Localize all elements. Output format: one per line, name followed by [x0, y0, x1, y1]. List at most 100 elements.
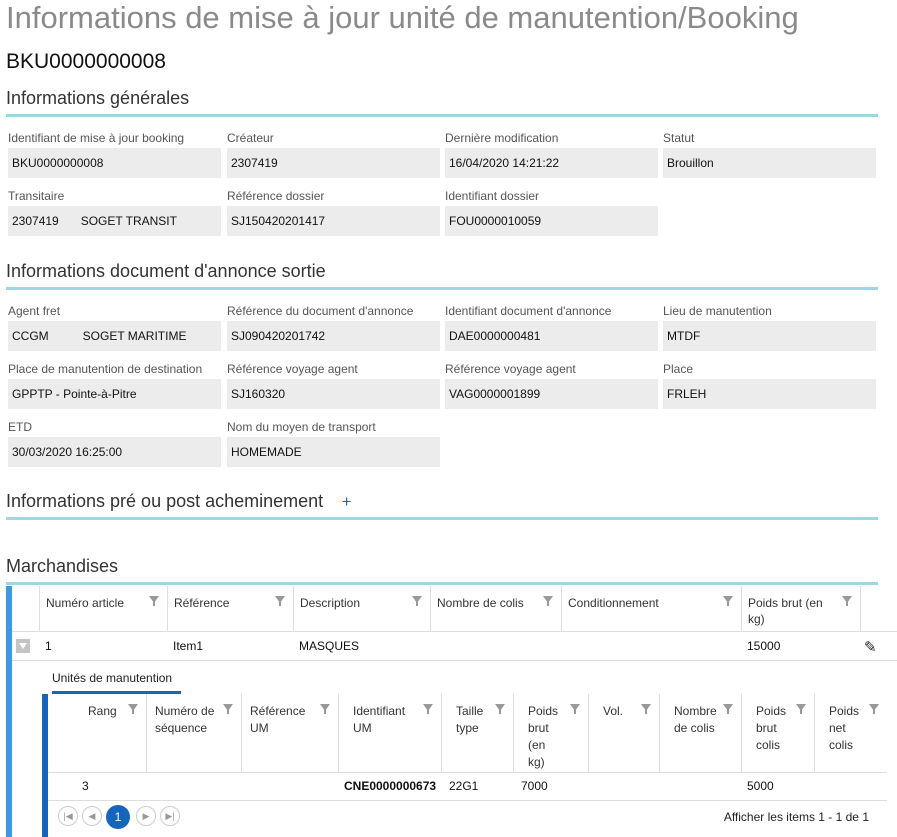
field-value[interactable]: 30/03/2020 16:25:00 [8, 437, 221, 467]
sub-tab-unites-manutention[interactable]: Unités de manutention [52, 671, 172, 685]
sub-cell-poids-brut: 7000 [521, 779, 548, 793]
filter-icon[interactable] [796, 704, 806, 714]
field-reference-document-annonce: Référence du document d'annonce SJ090420… [227, 303, 440, 351]
field-derniere-modification: Dernière modification 16/04/2020 14:21:2… [445, 130, 658, 178]
sub-column-header-poids-brut[interactable]: Poids brut (en kg) [513, 694, 588, 772]
field-reference-dossier: Référence dossier SJ150420201417 [227, 188, 440, 236]
filter-icon[interactable] [320, 704, 330, 714]
expand-row-icon[interactable] [16, 639, 30, 653]
next-page-icon[interactable]: ▶ [136, 806, 156, 826]
filter-icon[interactable] [543, 596, 553, 606]
current-page-button[interactable]: 1 [106, 805, 130, 829]
column-header-label: Poids brut (en kg) [748, 596, 823, 626]
filter-icon[interactable] [275, 596, 285, 606]
sub-cell-sequence [146, 772, 154, 800]
sub-column-header-vol[interactable]: Vol. [588, 694, 659, 772]
field-value[interactable]: FOU0000010059 [445, 206, 658, 236]
filter-icon[interactable] [723, 596, 733, 606]
column-header-description[interactable]: Description [293, 586, 430, 631]
column-header-reference[interactable]: Référence [167, 586, 293, 631]
field-label: Dernière modification [445, 131, 559, 145]
sub-row-divider [48, 800, 887, 801]
booking-id: BKU0000000008 [6, 50, 166, 73]
filter-icon[interactable] [842, 596, 852, 606]
column-header-numero-article[interactable]: Numéro article [39, 586, 167, 631]
filter-icon[interactable] [128, 704, 138, 714]
filter-icon[interactable] [570, 704, 580, 714]
sub-column-header-poids-net-colis[interactable]: Poids net colis [814, 694, 887, 772]
filter-icon[interactable] [423, 704, 433, 714]
previous-page-icon[interactable]: ◀ [82, 806, 102, 826]
sub-column-header-poids-brut-colis[interactable]: Poids brut colis [741, 694, 814, 772]
sub-column-header-nombre-colis[interactable]: Nombre de colis [659, 694, 741, 772]
field-value[interactable]: DAE0000000481 [445, 321, 658, 351]
column-header-label: Nombre de colis [674, 704, 717, 735]
field-value[interactable]: 2307419 [227, 148, 440, 178]
sub-cell-poids-brut-colis: 5000 [747, 779, 774, 793]
field-reference-voyage-agent: Référence voyage agent SJ160320 [227, 361, 440, 409]
field-agent-fret: Agent fret CCGM SOGET MARITIME [8, 303, 221, 351]
column-header-nombre-colis[interactable]: Nombre de colis [430, 586, 561, 631]
filter-icon[interactable] [412, 596, 422, 606]
field-place: Place FRLEH [663, 361, 876, 409]
column-header-poids-brut[interactable]: Poids brut (en kg) [741, 586, 860, 631]
cell-conditionnement [561, 632, 567, 660]
sub-cell-vol [588, 772, 596, 800]
filter-icon[interactable] [223, 704, 233, 714]
field-createur: Créateur 2307419 [227, 130, 440, 178]
field-identifiant-dossier: Identifiant dossier FOU0000010059 [445, 188, 658, 236]
last-page-icon[interactable]: ▶| [160, 806, 180, 826]
field-value[interactable]: 2307419 SOGET TRANSIT [8, 206, 221, 236]
filter-icon[interactable] [495, 704, 505, 714]
field-value[interactable]: SJ160320 [227, 379, 440, 409]
field-identifiant-booking: Identifiant de mise à jour booking BKU00… [8, 130, 221, 178]
filter-icon[interactable] [641, 704, 651, 714]
field-value[interactable]: GPPTP - Pointe-à-Pitre [8, 379, 221, 409]
field-label: Lieu de manutention [663, 304, 772, 318]
sub-column-header-numero-sequence[interactable]: Numéro de séquence [146, 694, 241, 772]
field-value[interactable]: SJ090420201742 [227, 321, 440, 351]
field-value[interactable]: HOMEMADE [227, 437, 440, 467]
sub-column-header-identifiant-um[interactable]: Identifiant UM [338, 694, 441, 772]
field-value[interactable]: BKU0000000008 [8, 148, 221, 178]
field-value[interactable]: Brouillon [663, 148, 876, 178]
filter-icon[interactable] [869, 704, 879, 714]
field-label: Référence voyage agent [445, 362, 576, 376]
sub-column-header-taille-type[interactable]: Taille type [441, 694, 513, 772]
field-label: Place [663, 362, 694, 376]
field-value[interactable]: SJ150420201417 [227, 206, 440, 236]
field-label: Référence dossier [227, 189, 325, 203]
column-header-label: Numéro article [46, 596, 125, 610]
section-acheminement-header: Informations pré ou post acheminement + [6, 491, 878, 520]
sub-column-header-rang[interactable]: Rang [48, 694, 146, 772]
field-label: Référence du document d'annonce [227, 304, 414, 318]
field-label: Statut [663, 131, 695, 145]
cell-poids-brut: 15000 [747, 639, 781, 653]
sub-column-header-reference-um[interactable]: Référence UM [241, 694, 338, 772]
cell-numero-article: 1 [45, 639, 52, 653]
transitaire-name: SOGET TRANSIT [80, 214, 177, 228]
section-general-header: Informations générales [6, 88, 878, 117]
field-label: Identifiant dossier [445, 189, 540, 203]
page-title: Informations de mise à jour unité de man… [6, 0, 799, 35]
section-annonce-header: Informations document d'annonce sortie [6, 261, 878, 290]
field-value[interactable]: CCGM SOGET MARITIME [8, 321, 221, 351]
column-header-conditionnement[interactable]: Conditionnement [561, 586, 741, 631]
field-label: Référence voyage agent [227, 362, 358, 376]
field-value[interactable]: VAG0000001899 [445, 379, 658, 409]
column-header-label: Taille type [456, 704, 484, 735]
filter-icon[interactable] [723, 704, 733, 714]
field-nom-moyen-transport: Nom du moyen de transport HOMEMADE [227, 419, 440, 467]
filter-icon[interactable] [149, 596, 159, 606]
section-acheminement-title: Informations pré ou post acheminement [6, 491, 324, 511]
add-acheminement-button[interactable]: + [342, 492, 352, 511]
transitaire-code: 2307419 [12, 214, 59, 228]
cell-description: MASQUES [299, 639, 360, 653]
column-header-label: Identifiant UM [353, 704, 406, 735]
edit-pencil-icon[interactable]: ✎ [864, 638, 877, 656]
first-page-icon[interactable]: |◀ [58, 806, 78, 826]
sub-cell-taille: 22G1 [449, 779, 479, 793]
field-value[interactable]: MTDF [663, 321, 876, 351]
field-value[interactable]: 16/04/2020 14:21:22 [445, 148, 658, 178]
field-value[interactable]: FRLEH [663, 379, 876, 409]
